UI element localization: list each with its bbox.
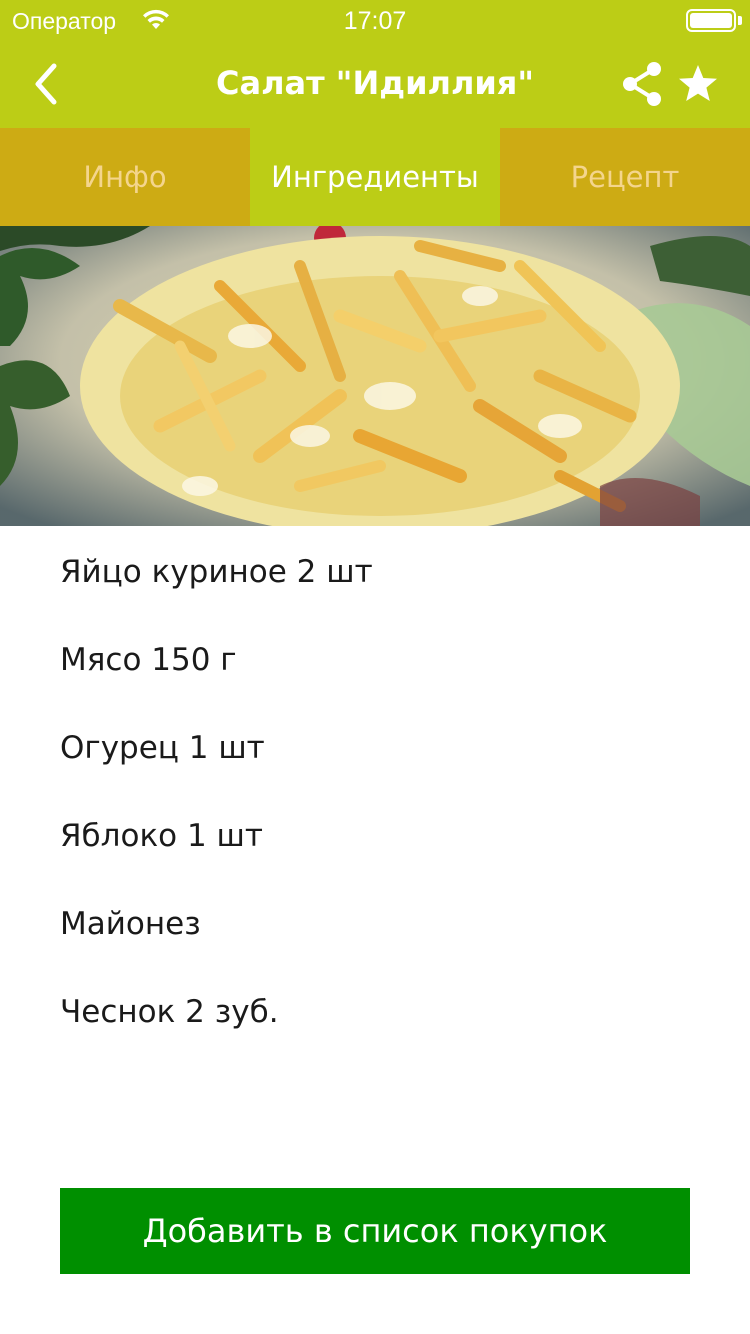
status-bar: Оператор 17:07 [0,0,750,40]
battery-level [690,13,732,28]
back-button[interactable] [20,54,80,114]
share-button[interactable] [620,60,666,108]
ingredient-item: Огурец 1 шт [60,730,265,766]
ingredient-item: Яблоко 1 шт [60,818,263,854]
battery-icon [686,9,736,32]
chevron-left-icon [35,63,57,105]
page-title: Салат "Идиллия" [215,64,535,102]
recipe-photo [0,226,750,526]
ingredient-item: Яйцо куриное 2 шт [60,554,373,590]
status-time: 17:07 [343,7,407,35]
ingredient-list: Яйцо куриное 2 шт Мясо 150 г Огурец 1 шт… [60,548,700,1076]
ingredient-item: Мясо 150 г [60,642,237,678]
add-to-shopping-list-button[interactable]: Добавить в список покупок [60,1188,690,1274]
star-icon [679,65,717,101]
tab-info[interactable]: Инфо [0,128,250,226]
tab-ingredients[interactable]: Ингредиенты [250,128,500,226]
salad-illustration [0,226,750,526]
ingredient-item: Майонез [60,906,201,942]
favorite-button[interactable] [676,62,720,106]
share-icon [623,62,661,106]
battery-nub [738,16,742,25]
ingredient-item: Чеснок 2 зуб. [60,994,279,1030]
tab-bar: Инфо Ингредиенты Рецепт [0,128,750,226]
navigation-bar: Салат "Идиллия" [0,40,750,128]
tab-recipe[interactable]: Рецепт [500,128,750,226]
